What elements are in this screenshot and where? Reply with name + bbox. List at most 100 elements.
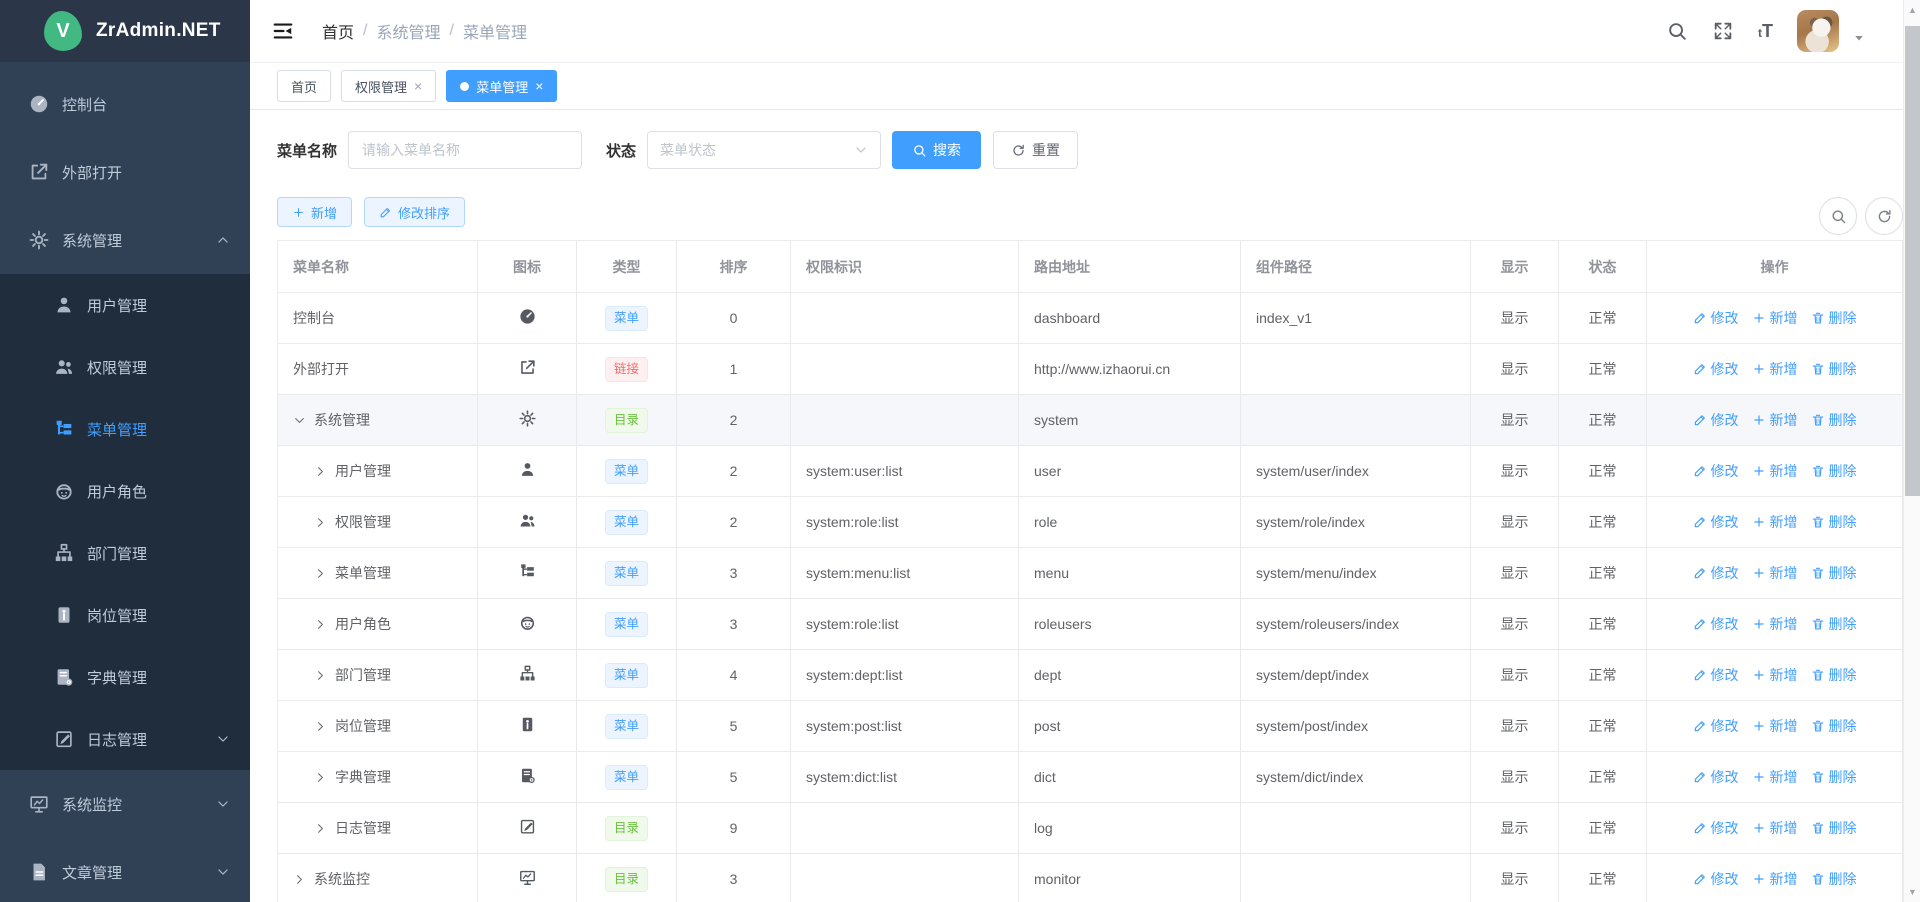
delete-link[interactable]: 删除 [1811,461,1857,481]
sidebar-item[interactable]: 菜单管理 [0,398,250,460]
add-link[interactable]: 新增 [1752,716,1798,736]
delete-link[interactable]: 删除 [1811,767,1857,787]
edit-link[interactable]: 修改 [1693,767,1739,787]
visible-cell: 显示 [1471,854,1559,902]
table-row: 权限管理菜单2system:role:listrolesystem/role/i… [278,497,1903,548]
sidebar-item[interactable]: 部门管理 [0,522,250,584]
chevron-right-icon[interactable] [314,720,327,733]
scroll-down-icon[interactable]: ▼ [1904,884,1920,900]
sidebar-item[interactable]: 字典管理 [0,646,250,708]
delete-link-label: 删除 [1829,818,1857,838]
add-link[interactable]: 新增 [1752,308,1798,328]
delete-link[interactable]: 删除 [1811,665,1857,685]
tab-首页[interactable]: 首页 [277,70,331,102]
tab-菜单管理[interactable]: 菜单管理× [446,70,557,102]
delete-link[interactable]: 删除 [1811,563,1857,583]
show-search-button[interactable] [1819,197,1857,235]
status-select[interactable]: 菜单状态 [647,131,881,169]
trash-icon [1811,872,1825,886]
reset-button[interactable]: 重置 [993,131,1078,169]
edit-link[interactable]: 修改 [1693,512,1739,532]
add-button[interactable]: 新增 [277,197,352,227]
delete-link[interactable]: 删除 [1811,614,1857,634]
edit-link[interactable]: 修改 [1693,716,1739,736]
delete-link[interactable]: 删除 [1811,410,1857,430]
edit-link[interactable]: 修改 [1693,614,1739,634]
chevron-down-icon[interactable] [293,414,306,427]
tab-权限管理[interactable]: 权限管理× [341,70,436,102]
column-header: 图标 [478,241,577,293]
sidebar-item[interactable]: 用户角色 [0,460,250,522]
add-link[interactable]: 新增 [1752,359,1798,379]
delete-link[interactable]: 删除 [1811,512,1857,532]
menu-name-text: 控制台 [293,308,335,328]
edit-link[interactable]: 修改 [1693,359,1739,379]
sidebar-item[interactable]: 外部打开 [0,138,250,206]
search-icon[interactable] [1666,20,1688,42]
add-link[interactable]: 新增 [1752,512,1798,532]
chevron-right-icon[interactable] [314,669,327,682]
modify-sort-button[interactable]: 修改排序 [364,197,465,227]
actions-cell: 修改新增删除 [1647,752,1903,803]
add-link[interactable]: 新增 [1752,410,1798,430]
scroll-up-icon[interactable]: ▲ [1904,2,1920,18]
sidebar-collapse-icon[interactable] [272,20,294,42]
edit-link[interactable]: 修改 [1693,563,1739,583]
table-row: 用户管理菜单2system:user:listusersystem/user/i… [278,446,1903,497]
edit-link[interactable]: 修改 [1693,410,1739,430]
fullscreen-icon[interactable] [1712,20,1734,42]
search-button[interactable]: 搜索 [892,131,981,169]
sidebar-item[interactable]: 控制台 [0,70,250,138]
scrollbar-thumb[interactable] [1905,26,1920,496]
add-link[interactable]: 新增 [1752,665,1798,685]
add-link[interactable]: 新增 [1752,614,1798,634]
sort-cell: 2 [677,446,791,497]
menu-name-input[interactable] [348,131,582,169]
edit-link[interactable]: 修改 [1693,818,1739,838]
add-link[interactable]: 新增 [1752,767,1798,787]
sidebar-item[interactable]: 岗位管理 [0,584,250,646]
chevron-right-icon[interactable] [314,465,327,478]
refresh-table-button[interactable] [1865,197,1903,235]
chevron-right-icon[interactable] [314,822,327,835]
delete-link[interactable]: 删除 [1811,308,1857,328]
add-link[interactable]: 新增 [1752,461,1798,481]
menu-name-label: 菜单名称 [277,140,337,161]
chevron-right-icon[interactable] [314,516,327,529]
edit-link[interactable]: 修改 [1693,869,1739,889]
sidebar-item[interactable]: 文章管理 [0,838,250,902]
type-tag: 菜单 [605,765,648,790]
visible-cell: 显示 [1471,395,1559,446]
edit-link[interactable]: 修改 [1693,665,1739,685]
sidebar-item[interactable]: 权限管理 [0,336,250,398]
add-link[interactable]: 新增 [1752,869,1798,889]
delete-link-label: 删除 [1829,461,1857,481]
close-icon[interactable]: × [535,79,543,93]
sidebar-item[interactable]: 系统监控 [0,770,250,838]
menu-type-cell: 菜单 [577,293,677,344]
tab-label: 首页 [291,77,317,96]
delete-link[interactable]: 删除 [1811,359,1857,379]
breadcrumb-item[interactable]: 首页 [322,19,354,43]
chevron-down-icon[interactable] [1853,32,1865,44]
add-link[interactable]: 新增 [1752,818,1798,838]
chevron-right-icon[interactable] [314,771,327,784]
delete-link[interactable]: 删除 [1811,716,1857,736]
avatar[interactable] [1797,10,1839,52]
chevron-right-icon[interactable] [314,618,327,631]
delete-link[interactable]: 删除 [1811,818,1857,838]
menu-name-text: 外部打开 [293,359,349,379]
page-scrollbar[interactable]: ▲ ▼ [1903,0,1920,902]
delete-link[interactable]: 删除 [1811,869,1857,889]
edit-link[interactable]: 修改 [1693,461,1739,481]
edit-link[interactable]: 修改 [1693,308,1739,328]
chevron-right-icon[interactable] [314,567,327,580]
sidebar-item[interactable]: 系统管理 [0,206,250,274]
close-icon[interactable]: × [414,79,422,93]
chevron-right-icon[interactable] [293,873,306,886]
add-link[interactable]: 新增 [1752,563,1798,583]
font-size-icon[interactable]: tT [1758,21,1773,42]
sidebar-item[interactable]: 日志管理 [0,708,250,770]
sidebar-item[interactable]: 用户管理 [0,274,250,336]
menu-icon-cell [478,293,577,344]
